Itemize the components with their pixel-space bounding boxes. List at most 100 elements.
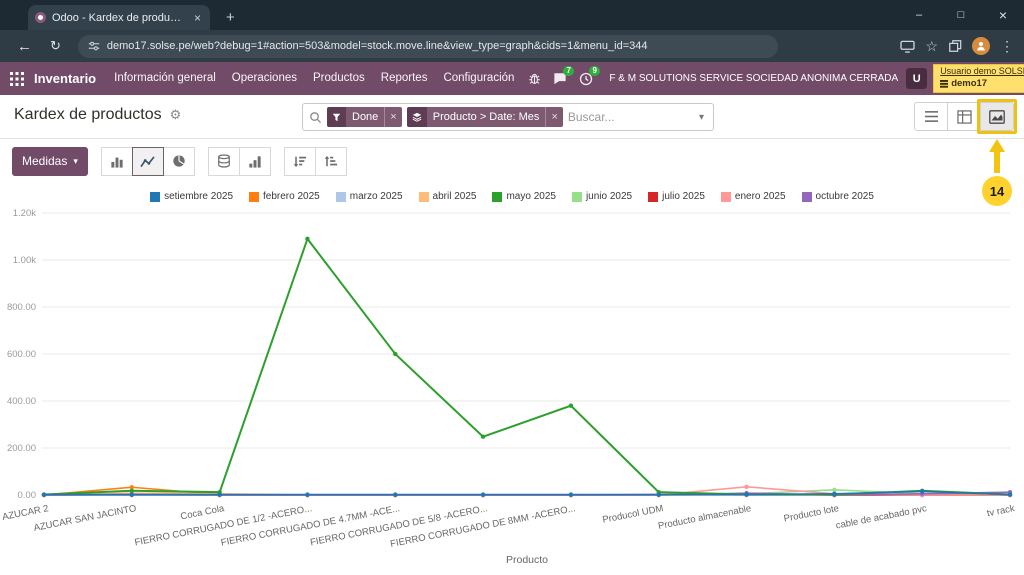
activities-icon[interactable]: 9: [579, 72, 593, 86]
stack-group: [209, 147, 271, 176]
legend-label: febrero 2025: [263, 191, 320, 202]
measures-caret-icon: ▾: [73, 156, 78, 167]
legend-item[interactable]: febrero 2025: [249, 191, 320, 202]
svg-text:tv rack: tv rack: [986, 503, 1016, 519]
facet-label: Producto > Date: Mes: [427, 107, 546, 127]
maximize-button[interactable]: □: [940, 0, 982, 30]
send-to-devices-icon[interactable]: [900, 40, 915, 53]
svg-text:Coca Cola: Coca Cola: [180, 503, 226, 522]
browser-titlebar: Odoo - Kardex de productos × + – □ ×: [0, 0, 1024, 30]
debug-icon[interactable]: [528, 72, 541, 85]
search-facet[interactable]: Done×: [327, 107, 402, 127]
svg-text:Producto: Producto: [506, 554, 548, 566]
graph-toolbar: Medidas ▾: [0, 139, 1024, 183]
legend-label: enero 2025: [735, 191, 786, 202]
nav-menu-item[interactable]: Operaciones: [224, 62, 305, 95]
sort-descending-icon[interactable]: [284, 147, 316, 176]
svg-text:1.00k: 1.00k: [13, 255, 36, 266]
svg-text:0.00: 0.00: [18, 490, 37, 501]
browser-tab[interactable]: Odoo - Kardex de productos ×: [28, 5, 210, 30]
odoo-navbar: Inventario Información generalOperacione…: [0, 62, 1024, 95]
profile-icon[interactable]: [972, 37, 990, 55]
line-chart-button[interactable]: [132, 147, 164, 176]
legend-color-swatch: [249, 192, 259, 202]
legend-item[interactable]: junio 2025: [572, 191, 632, 202]
browser-menu-icon[interactable]: ⋮: [1000, 38, 1014, 55]
favorite-star-icon[interactable]: ☆: [925, 38, 938, 55]
user-menu[interactable]: Usuario demo SOLSE demo17: [933, 64, 1024, 92]
chart-type-group: [102, 147, 195, 176]
group-icon: [407, 107, 427, 127]
legend-item[interactable]: octubre 2025: [802, 191, 874, 202]
svg-text:Producol UDM: Producol UDM: [602, 503, 665, 526]
legend-item[interactable]: setiembre 2025: [150, 191, 233, 202]
pie-chart-button[interactable]: [163, 147, 195, 176]
svg-text:200.00: 200.00: [7, 443, 36, 454]
legend-item[interactable]: mayo 2025: [492, 191, 555, 202]
app-name[interactable]: Inventario: [34, 71, 96, 86]
pivot-view-button[interactable]: [947, 102, 981, 131]
search-icon: [309, 111, 322, 124]
legend-item[interactable]: abril 2025: [419, 191, 477, 202]
minimize-button[interactable]: –: [898, 0, 940, 30]
legend-item[interactable]: julio 2025: [648, 191, 705, 202]
user-database: demo17: [940, 78, 1024, 90]
user-name: Usuario demo SOLSE: [940, 66, 1024, 77]
activities-badge: 9: [589, 66, 600, 76]
legend-item[interactable]: enero 2025: [721, 191, 786, 202]
company-name[interactable]: F & M SOLUTIONS SERVICE SOCIEDAD ANONIMA…: [609, 73, 898, 84]
nav-menu-item[interactable]: Productos: [305, 62, 373, 95]
filter-icon: [327, 107, 346, 127]
view-switcher: [914, 102, 1014, 131]
gear-icon[interactable]: ⚙: [170, 107, 182, 123]
search-input[interactable]: [568, 110, 691, 124]
legend-color-swatch: [572, 192, 582, 202]
tab-close-icon[interactable]: ×: [192, 11, 203, 25]
messages-icon[interactable]: 7: [553, 72, 567, 85]
search-facet[interactable]: Producto > Date: Mes×: [407, 107, 563, 127]
list-view-button[interactable]: [914, 102, 948, 131]
site-info-icon[interactable]: [88, 40, 100, 52]
user-avatar[interactable]: U: [906, 68, 927, 89]
graph-view-button[interactable]: [980, 102, 1014, 131]
page-title-row: Kardex de productos ⚙: [14, 106, 181, 124]
cumulative-icon[interactable]: [239, 147, 271, 176]
svg-text:400.00: 400.00: [7, 396, 36, 407]
chart-svg[interactable]: 0.00200.00400.00600.00800.001.00k1.20kAZ…: [0, 205, 1024, 575]
messages-badge: 7: [563, 66, 574, 76]
search-box[interactable]: Done×Producto > Date: Mes× ▾: [302, 103, 714, 131]
back-icon[interactable]: ←: [10, 38, 39, 55]
measures-button[interactable]: Medidas ▾: [12, 147, 88, 176]
sort-ascending-icon[interactable]: [315, 147, 347, 176]
nav-menu-item[interactable]: Configuración: [435, 62, 522, 95]
facet-remove-icon[interactable]: ×: [384, 107, 401, 127]
bar-chart-button[interactable]: [101, 147, 133, 176]
nav-menu-item[interactable]: Reportes: [373, 62, 436, 95]
collections-icon[interactable]: [948, 39, 962, 53]
legend-color-swatch: [802, 192, 812, 202]
search-facets: Done×Producto > Date: Mes×: [327, 107, 563, 127]
svg-text:Producto lote: Producto lote: [783, 503, 840, 524]
url-bar[interactable]: demo17.solse.pe/web?debug=1#action=503&m…: [78, 35, 778, 58]
odoo-favicon-icon: [35, 12, 46, 23]
stacked-icon[interactable]: [208, 147, 240, 176]
apps-grid-icon[interactable]: [10, 72, 24, 86]
new-tab-button[interactable]: +: [220, 5, 241, 30]
page-title: Kardex de productos: [14, 106, 162, 124]
svg-text:1.20k: 1.20k: [13, 208, 36, 219]
search-dropdown-icon[interactable]: ▾: [696, 112, 707, 123]
browser-toolbar: ← ↻ demo17.solse.pe/web?debug=1#action=5…: [0, 30, 1024, 62]
legend-label: marzo 2025: [350, 191, 403, 202]
legend-item[interactable]: marzo 2025: [336, 191, 403, 202]
nav-menu-item[interactable]: Información general: [106, 62, 224, 95]
odoo-nav-menus: Información generalOperacionesProductosR…: [106, 62, 522, 95]
browser-actions: ☆ ⋮: [900, 37, 1014, 55]
chart-area: setiembre 2025 febrero 2025 marzo 2025 abri…: [0, 183, 1024, 575]
facet-remove-icon[interactable]: ×: [545, 107, 562, 127]
legend-label: abril 2025: [433, 191, 477, 202]
control-panel: Kardex de productos ⚙ Done×Producto > Da…: [0, 95, 1024, 139]
legend-color-swatch: [648, 192, 658, 202]
refresh-icon[interactable]: ↻: [43, 38, 68, 54]
window-controls: – □ ×: [898, 0, 1024, 30]
window-close-button[interactable]: ×: [982, 0, 1024, 30]
